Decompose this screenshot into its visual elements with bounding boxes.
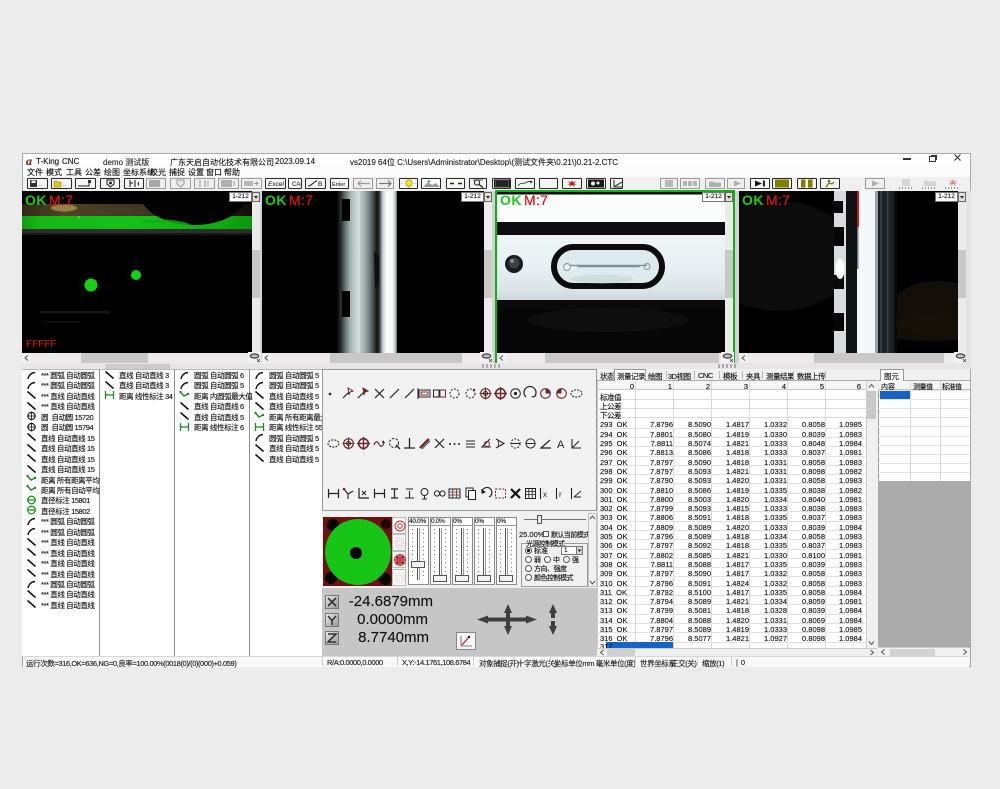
svg-text:..: .. <box>63 182 67 188</box>
svg-text:x: x <box>543 490 547 499</box>
svg-text:r: r <box>559 490 562 499</box>
svg-text:Enter: Enter <box>332 182 345 188</box>
svg-text:..: .. <box>39 182 43 188</box>
svg-text:CAD: CAD <box>292 182 301 188</box>
svg-text:B: B <box>318 181 322 188</box>
svg-text:FFFFF: FFFFF <box>26 339 57 350</box>
svg-text:-: - <box>414 181 416 187</box>
svg-text:-: - <box>401 181 403 187</box>
svg-text:A: A <box>557 439 565 451</box>
svg-text:Excel: Excel <box>268 181 284 188</box>
